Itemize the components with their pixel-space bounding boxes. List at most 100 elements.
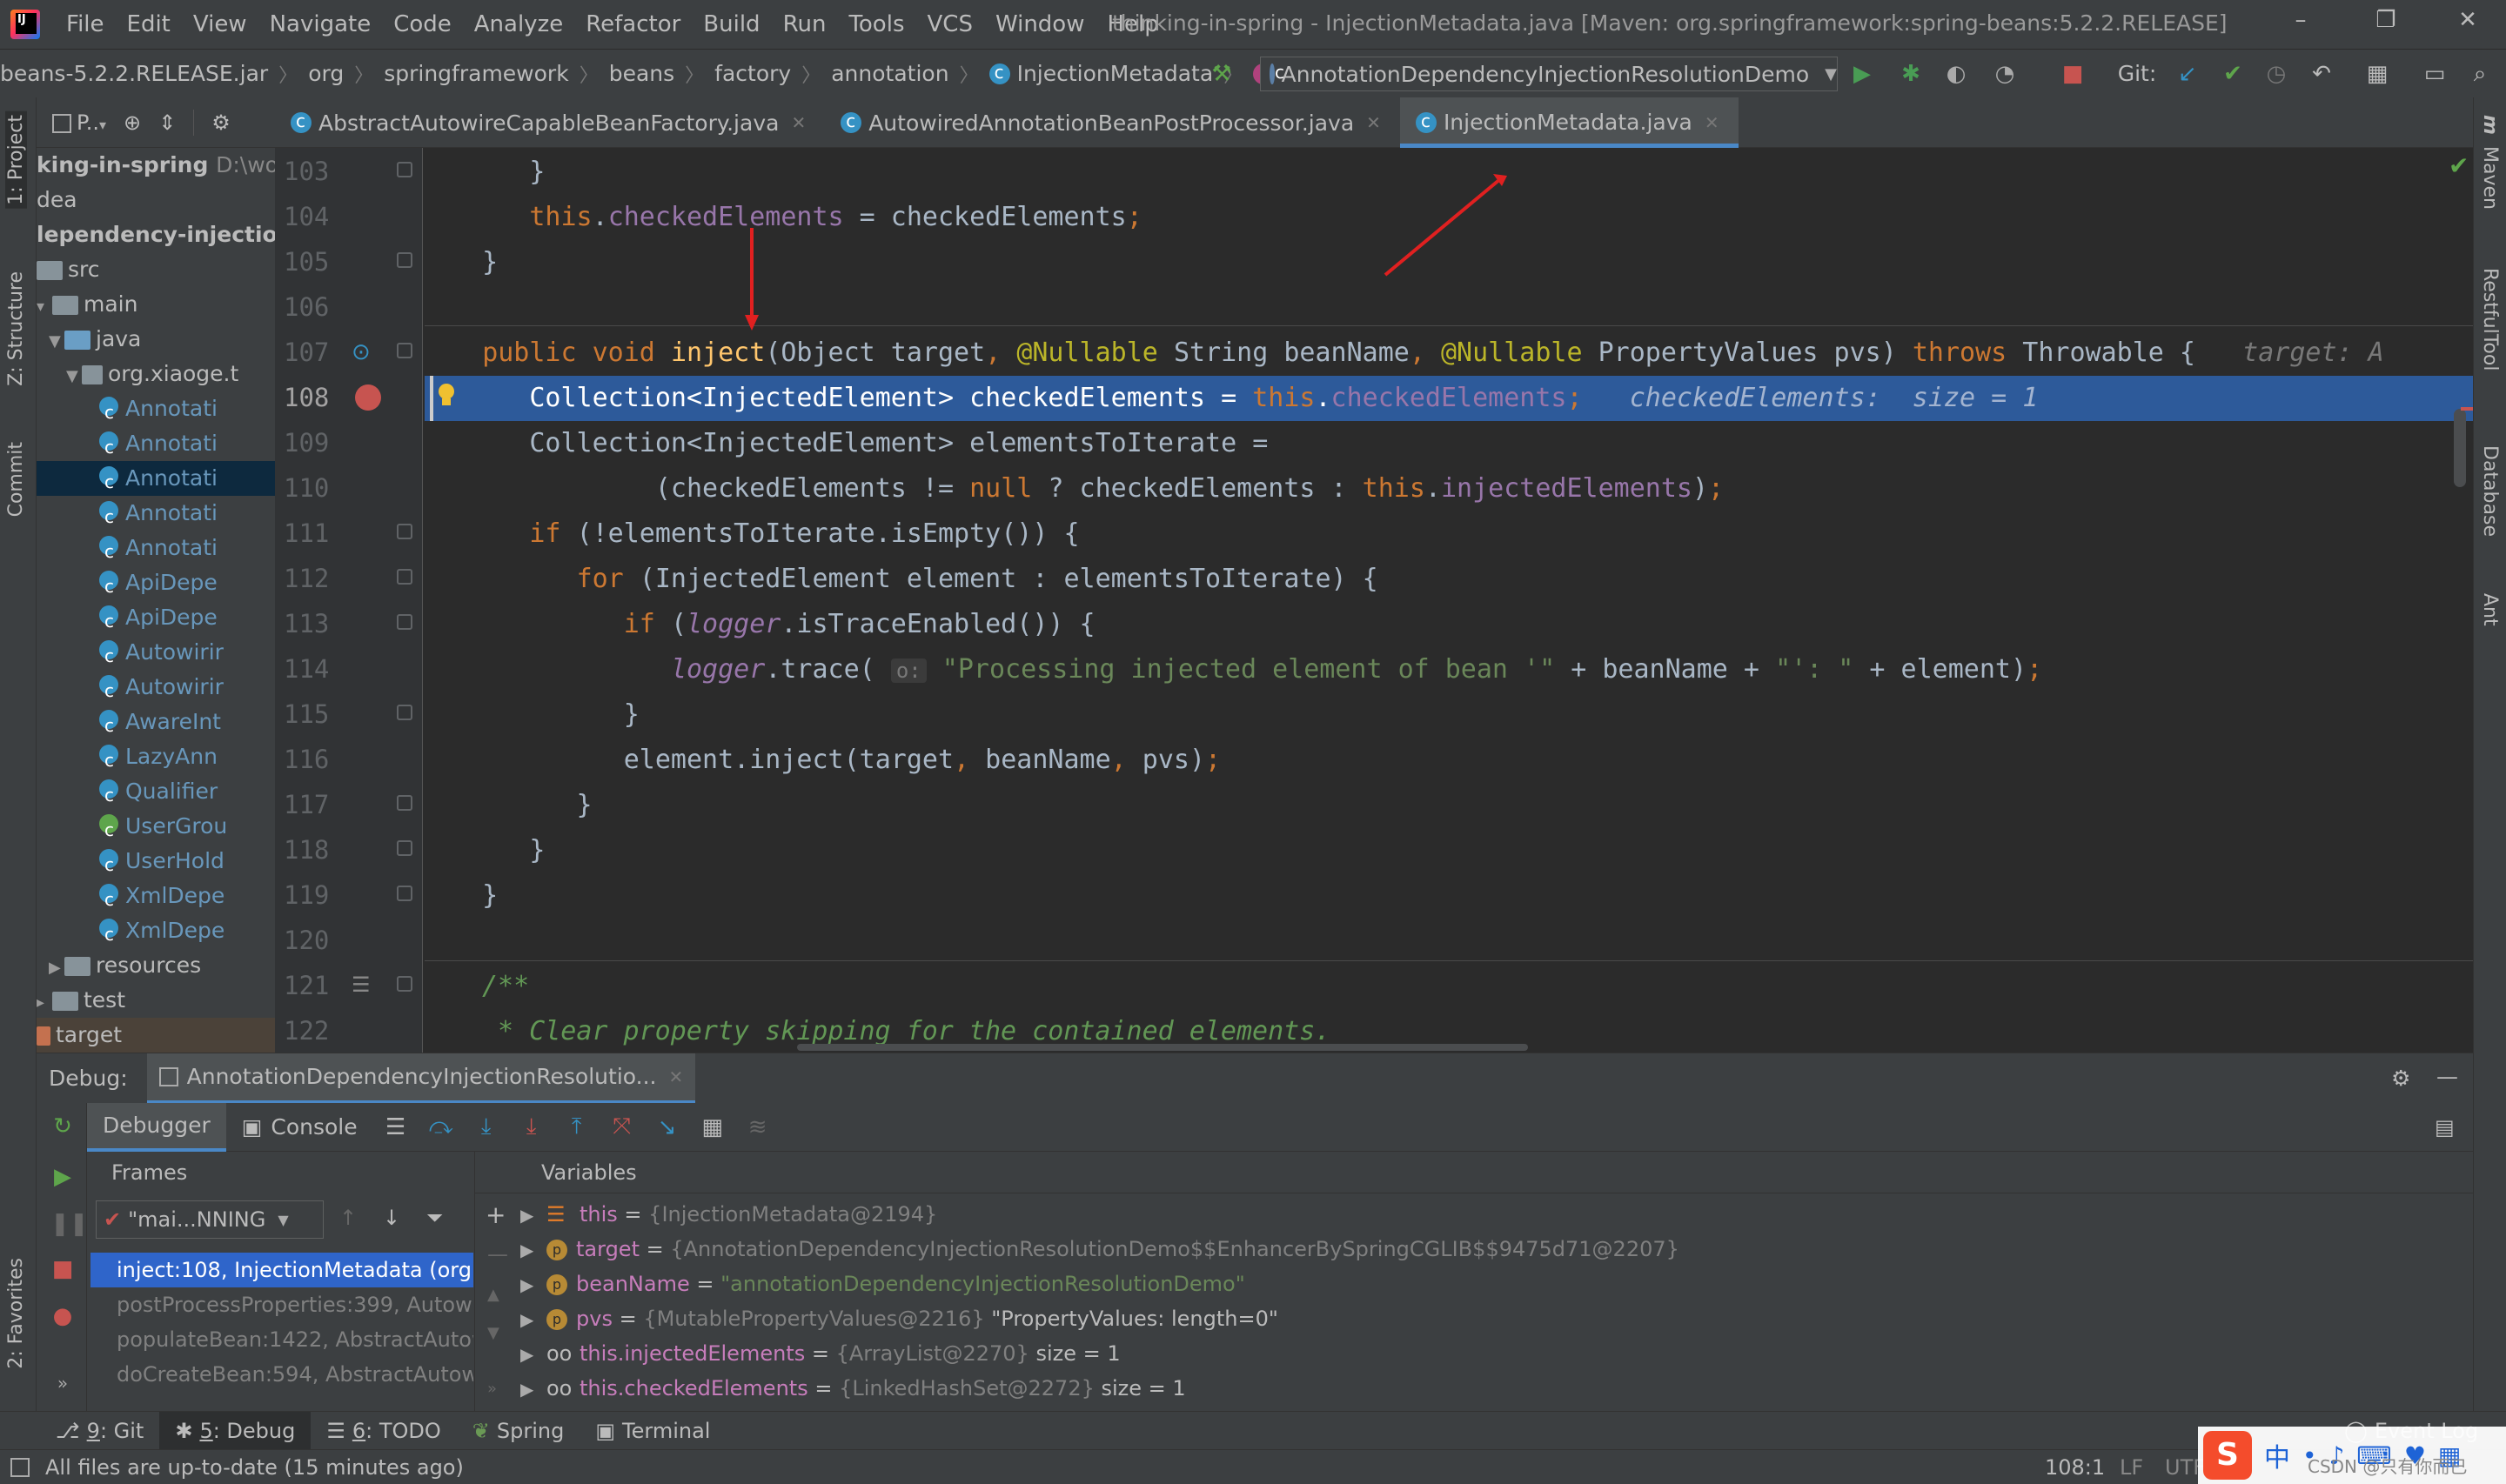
expand-arrow-icon[interactable]: ▶: [520, 1337, 546, 1372]
editor-scrollbar[interactable]: [2454, 409, 2466, 487]
tree-item-class[interactable]: XmlDepe: [37, 913, 275, 952]
tree-item-class[interactable]: AwareInt: [37, 705, 275, 743]
git-commit-icon[interactable]: ✔: [2219, 60, 2247, 88]
step-into-icon[interactable]: ⤓: [464, 1113, 509, 1140]
editor-gutter[interactable]: 103 104 105 106 107 108 109 110 111 112 …: [275, 148, 423, 1053]
fold-marker-icon[interactable]: [397, 524, 412, 539]
breadcrumb-factory[interactable]: factory: [714, 61, 791, 86]
fold-marker-icon[interactable]: [397, 569, 412, 585]
expand-arrow-icon[interactable]: ▶: [49, 951, 64, 986]
fold-marker-icon[interactable]: [397, 705, 412, 720]
build-hammer-icon[interactable]: ⚒: [1208, 60, 1236, 88]
status-toggle-icon[interactable]: [10, 1457, 30, 1477]
restore-icon[interactable]: ❐: [2369, 7, 2403, 42]
error-stripe-marker[interactable]: [2461, 407, 2473, 411]
filter-icon[interactable]: ⏷: [426, 1206, 443, 1230]
menu-code[interactable]: Code: [393, 11, 452, 37]
tree-item-class[interactable]: Annotati: [37, 391, 275, 430]
tree-item-class[interactable]: Annotati: [37, 531, 275, 569]
menu-tools[interactable]: Tools: [848, 11, 904, 37]
tool-tab-project[interactable]: 1: Project: [5, 111, 27, 209]
expand-arrow-icon[interactable]: ▶: [520, 1372, 546, 1407]
run-icon[interactable]: ▶: [1848, 60, 1876, 88]
run-configuration-select[interactable]: AnnotationDependencyInjectionResolutionD…: [1260, 57, 1838, 91]
tree-item-class[interactable]: LazyAnn: [37, 739, 275, 778]
tree-item-package[interactable]: ▼ org.xiaoge.t: [37, 357, 275, 391]
variable-row[interactable]: ▶ p beanName = "annotationDependencyInject…: [520, 1267, 1245, 1301]
close-tab-icon[interactable]: ✕: [1366, 112, 1381, 133]
more-actions-icon[interactable]: »: [50, 1373, 75, 1397]
variable-row[interactable]: ▶ p target = {AnnotationDependencyInjectio…: [520, 1232, 1679, 1267]
tree-item-main[interactable]: ▾ main: [37, 287, 275, 322]
menu-window[interactable]: Window: [995, 11, 1085, 37]
tree-item-class-selected[interactable]: Annotati: [37, 461, 275, 499]
tree-item-test[interactable]: ▸ test: [37, 983, 275, 1018]
view-breakpoints-icon[interactable]: ●: [50, 1303, 75, 1329]
menu-file[interactable]: File: [66, 11, 104, 37]
presentation-icon[interactable]: ▭: [2421, 60, 2449, 88]
debug-settings-gear-icon[interactable]: ⚙: [2391, 1066, 2410, 1091]
tab-autowired-annotation-bean-post-processor[interactable]: AutowiredAnnotationBeanPostProcessor.jav…: [825, 97, 1400, 148]
frame-down-icon[interactable]: ↓: [383, 1206, 400, 1230]
render-doc-icon[interactable]: ☰: [352, 973, 371, 997]
menu-navigate[interactable]: Navigate: [270, 11, 372, 37]
remove-watch-icon[interactable]: —: [487, 1242, 508, 1267]
tree-item-src[interactable]: src: [37, 252, 275, 287]
project-settings-gear-icon[interactable]: ⚙: [211, 110, 231, 135]
fold-marker-icon[interactable]: [397, 252, 412, 268]
tree-item-module[interactable]: lependency-injection: [37, 217, 275, 252]
breadcrumb-class[interactable]: InjectionMetadata: [988, 61, 1213, 86]
hide-panel-icon[interactable]: —: [2436, 1064, 2458, 1089]
breadcrumb-annotation[interactable]: annotation: [831, 61, 948, 86]
restore-layout-icon[interactable]: ▤: [2435, 1115, 2455, 1140]
fold-marker-icon[interactable]: [397, 795, 412, 811]
rerun-icon[interactable]: ↻: [50, 1113, 75, 1140]
git-update-icon[interactable]: ↙: [2174, 60, 2201, 88]
tree-item-class[interactable]: Qualifier: [37, 774, 275, 812]
trace-stream-icon[interactable]: ≋: [735, 1114, 781, 1140]
close-window-icon[interactable]: ✕: [2450, 7, 2485, 42]
tool-tab-restful[interactable]: RestfulTool: [2479, 268, 2501, 371]
fold-marker-icon[interactable]: [397, 840, 412, 856]
step-over-icon[interactable]: ⤼: [419, 1113, 464, 1140]
project-structure-icon[interactable]: ▦: [2363, 60, 2391, 88]
line-separator[interactable]: LF: [2120, 1455, 2143, 1480]
editor-horizontal-scrollbar[interactable]: [797, 1044, 1528, 1051]
evaluate-expression-icon[interactable]: ▦: [690, 1114, 735, 1140]
menu-vcs[interactable]: VCS: [928, 11, 973, 37]
fold-marker-icon[interactable]: [397, 343, 412, 358]
thread-select[interactable]: ✔ "mai...NNING ▼: [96, 1200, 324, 1239]
tree-item-class[interactable]: Annotati: [37, 496, 275, 534]
project-view-select[interactable]: P..▾: [52, 110, 106, 135]
frame-item[interactable]: doCreateBean:594, AbstractAutowir: [90, 1357, 473, 1392]
fold-marker-icon[interactable]: [397, 162, 412, 177]
force-step-into-icon[interactable]: ⤓: [509, 1113, 554, 1140]
tree-item-class[interactable]: ApiDepe: [37, 600, 275, 638]
step-out-icon[interactable]: ⤒: [554, 1113, 600, 1140]
menu-analyze[interactable]: Analyze: [474, 11, 563, 37]
pause-icon[interactable]: ❚❚: [50, 1211, 89, 1237]
tool-tab-git[interactable]: ⎇ 9: Git: [40, 1412, 159, 1450]
variable-row[interactable]: ▶ oo this.injectedElements = {ArrayList@22…: [520, 1336, 1121, 1371]
git-history-icon[interactable]: ◷: [2262, 60, 2290, 88]
tree-item-idea[interactable]: dea: [37, 183, 275, 217]
git-rollback-icon[interactable]: ↶: [2308, 60, 2335, 88]
ime-mode-indicator[interactable]: 中: [2264, 1436, 2290, 1474]
drop-frame-icon[interactable]: ⤧: [600, 1113, 645, 1140]
sogou-logo-icon[interactable]: S: [2203, 1431, 2252, 1480]
menu-view[interactable]: View: [193, 11, 247, 37]
stop-debug-icon[interactable]: ■: [50, 1256, 75, 1282]
tree-item-annotation[interactable]: UserGrou: [37, 809, 275, 847]
tool-tab-maven[interactable]: Maven: [2479, 146, 2501, 210]
menu-refactor[interactable]: Refactor: [586, 11, 680, 37]
breakpoint-icon[interactable]: [355, 384, 381, 411]
tree-item-resources[interactable]: ▶ resources: [37, 948, 275, 983]
more-icon[interactable]: »: [487, 1380, 497, 1398]
frame-item[interactable]: postProcessProperties:399, Autowirin: [90, 1287, 473, 1322]
tab-abstract-autowire-capable-bean-factory[interactable]: AbstractAutowireCapableBeanFactory.java …: [275, 97, 825, 148]
code-editor[interactable]: 103 104 105 106 107 108 109 110 111 112 …: [275, 148, 2473, 1053]
expand-arrow-icon[interactable]: ▾: [37, 290, 52, 324]
breadcrumb-beans[interactable]: beans: [609, 61, 674, 86]
move-down-icon[interactable]: ▼: [487, 1324, 499, 1342]
coverage-icon[interactable]: ◐: [1942, 60, 1970, 88]
